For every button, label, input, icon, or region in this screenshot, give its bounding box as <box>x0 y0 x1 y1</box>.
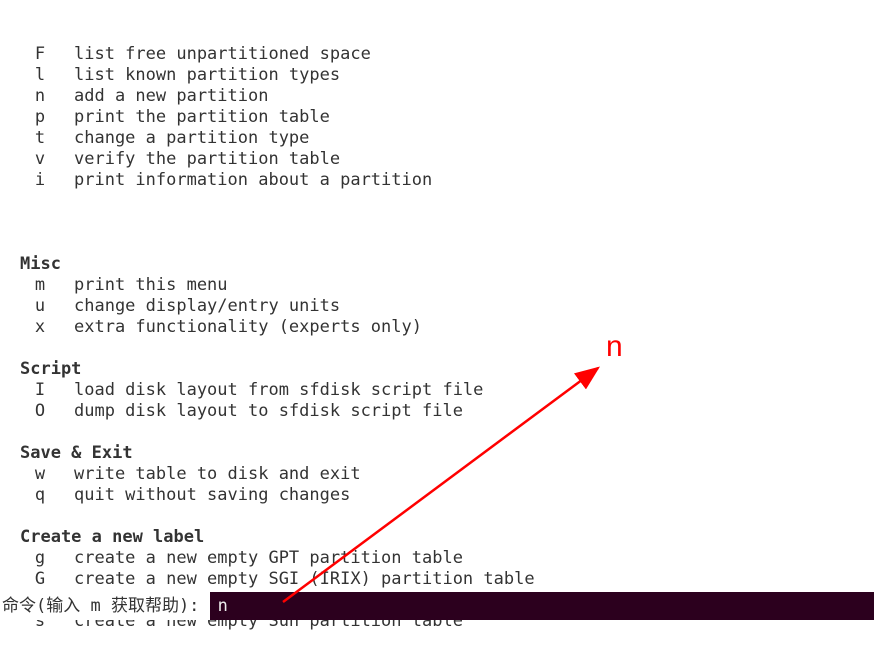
menu-item-key: p <box>30 107 50 128</box>
menu-item: q quit without saving changes <box>20 485 874 506</box>
menu-item-key: O <box>30 401 50 422</box>
menu-item-desc: change display/entry units <box>74 296 340 317</box>
menu-item-desc: write table to disk and exit <box>74 464 361 485</box>
command-prompt-bar: 命令(输入 m 获取帮助): <box>0 592 874 620</box>
menu-item-key: t <box>30 128 50 149</box>
menu-item-key: G <box>30 569 50 590</box>
menu-item-key: m <box>30 275 50 296</box>
menu-item-desc: extra functionality (experts only) <box>74 317 422 338</box>
menu-item-key: l <box>30 65 50 86</box>
menu-item: x extra functionality (experts only) <box>20 317 874 338</box>
menu-item: m print this menu <box>20 275 874 296</box>
menu-item-desc: add a new partition <box>74 86 268 107</box>
menu-item-desc: list known partition types <box>74 65 340 86</box>
menu-item-desc: list free unpartitioned space <box>74 44 371 65</box>
menu-item-key: F <box>30 44 50 65</box>
menu-item-desc: print information about a partition <box>74 170 432 191</box>
command-input-area[interactable] <box>210 592 874 620</box>
menu-item-key: q <box>30 485 50 506</box>
menu-item-desc: load disk layout from sfdisk script file <box>74 380 483 401</box>
menu-item: g create a new empty GPT partition table <box>20 548 874 569</box>
menu-item-key: g <box>30 548 50 569</box>
menu-item-key: v <box>30 149 50 170</box>
menu-item: u change display/entry units <box>20 296 874 317</box>
menu-item-desc: print this menu <box>74 275 228 296</box>
menu-item: t change a partition type <box>20 128 874 149</box>
menu-item: l list known partition types <box>20 65 874 86</box>
menu-item-desc: quit without saving changes <box>74 485 350 506</box>
menu-item-desc: create a new empty SGI (IRIX) partition … <box>74 569 535 590</box>
command-input[interactable] <box>218 596 874 616</box>
menu-item-key: I <box>30 380 50 401</box>
terminal-output: Flist free unpartitioned spacellist know… <box>0 0 874 653</box>
menu-item: p print the partition table <box>20 107 874 128</box>
menu-item-desc: change a partition type <box>74 128 309 149</box>
menu-item: i print information about a partition <box>20 170 874 191</box>
section-header: Misc <box>20 254 874 275</box>
menu-item: v verify the partition table <box>20 149 874 170</box>
section-header: Script <box>20 359 874 380</box>
menu-item-key: x <box>30 317 50 338</box>
section-header: Save & Exit <box>20 443 874 464</box>
menu-item-desc: dump disk layout to sfdisk script file <box>74 401 463 422</box>
menu-item-desc: verify the partition table <box>74 149 340 170</box>
menu-item: n add a new partition <box>20 86 874 107</box>
menu-item-key: w <box>30 464 50 485</box>
section-header: Create a new label <box>20 527 874 548</box>
menu-item-desc: create a new empty GPT partition table <box>74 548 463 569</box>
annotation-letter: n <box>606 336 623 357</box>
menu-item-key: u <box>30 296 50 317</box>
command-prompt-label: 命令(输入 m 获取帮助): <box>0 596 210 617</box>
menu-item: Flist free unpartitioned space <box>20 44 874 65</box>
menu-item: Gcreate a new empty SGI (IRIX) partition… <box>20 569 874 590</box>
menu-item: Iload disk layout from sfdisk script fil… <box>20 380 874 401</box>
menu-item-key: i <box>30 170 50 191</box>
menu-item: Odump disk layout to sfdisk script file <box>20 401 874 422</box>
menu-item-key: n <box>30 86 50 107</box>
menu-item: w write table to disk and exit <box>20 464 874 485</box>
menu-item-desc: print the partition table <box>74 107 330 128</box>
